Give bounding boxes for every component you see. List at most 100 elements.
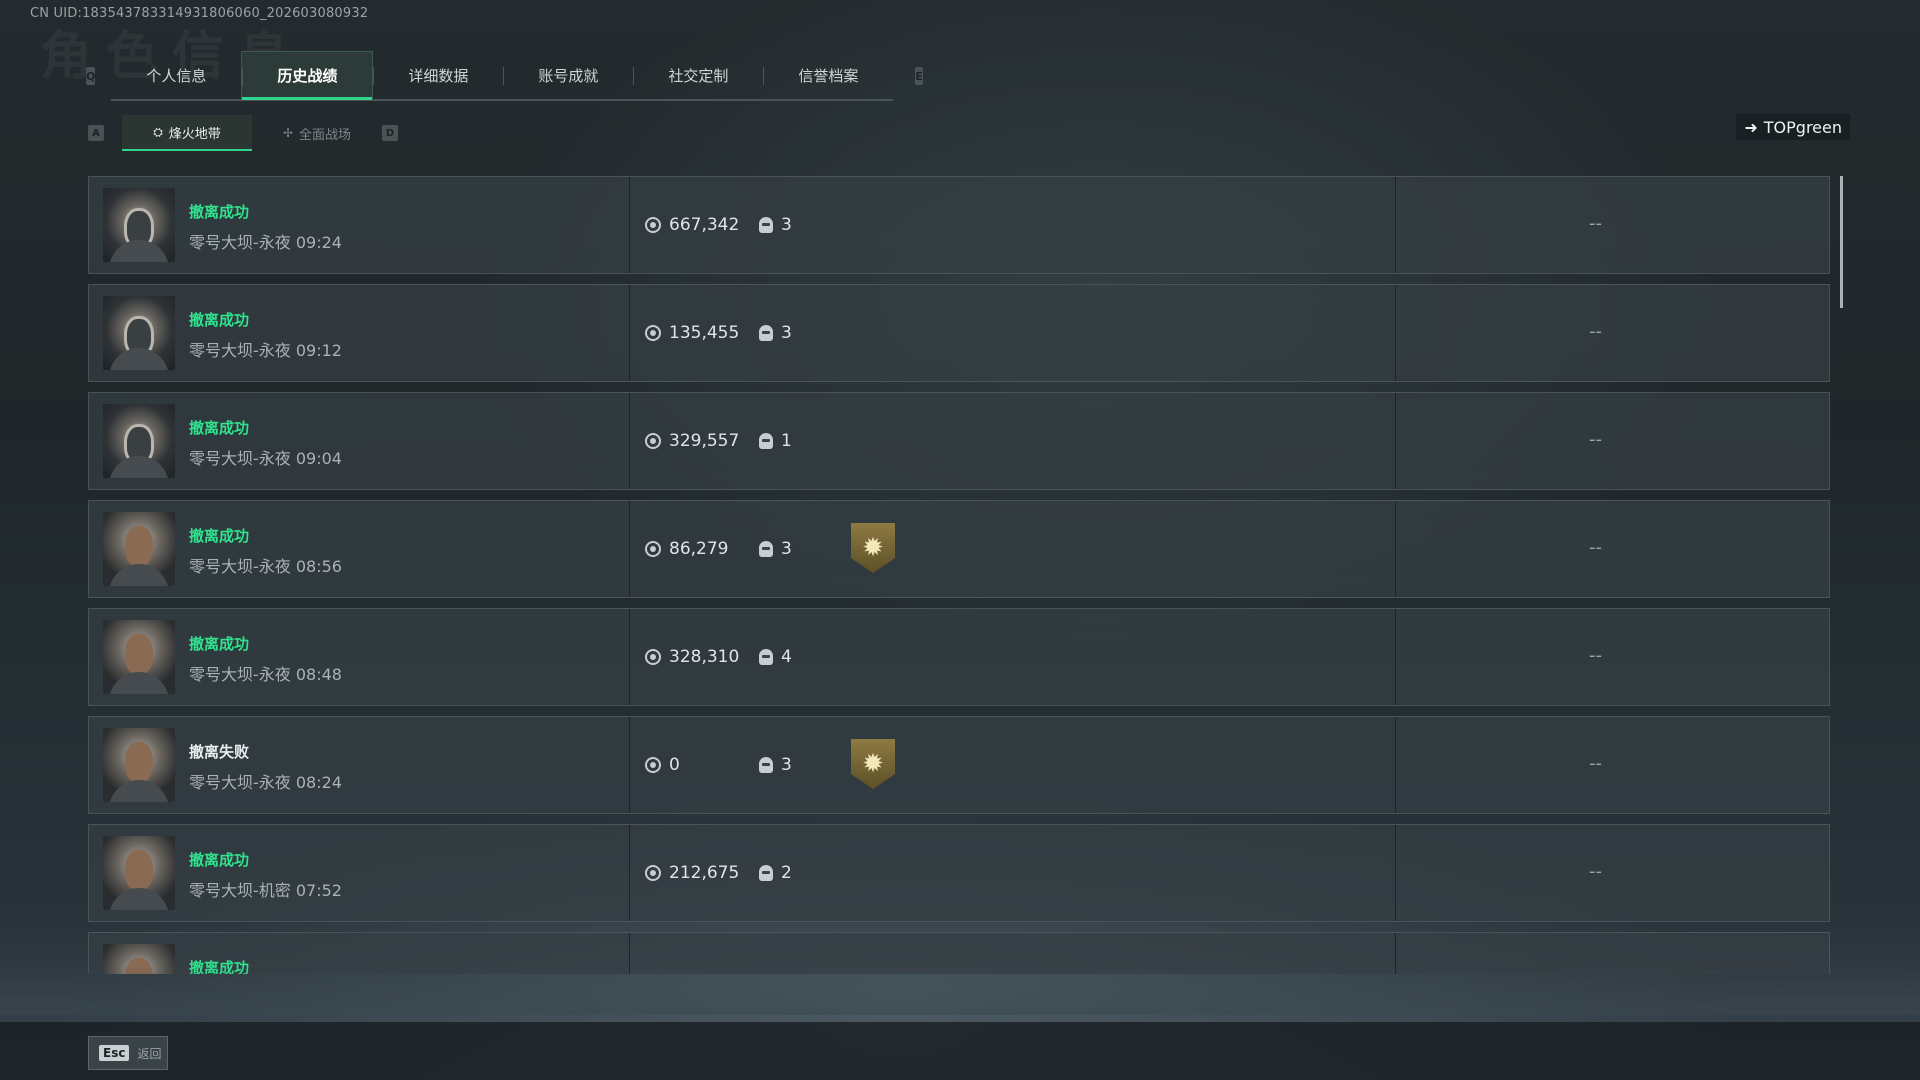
column-divider xyxy=(1395,609,1396,705)
avatar-body xyxy=(109,780,169,802)
operator-avatar xyxy=(103,620,175,694)
map-and-time: 零号大坝-永夜 08:48 xyxy=(189,665,342,684)
extraction-status: 撤离失败 xyxy=(189,743,250,761)
arrow-icon: ➜ xyxy=(1744,117,1758,137)
match-row[interactable]: 撤离成功 xyxy=(88,932,1830,974)
match-row[interactable]: 撤离成功 零号大坝-永夜 08:48 328,310 4 -- xyxy=(88,608,1830,706)
esc-key: Esc xyxy=(99,1045,130,1061)
column-divider xyxy=(1395,933,1396,974)
subtab-prev-key[interactable]: A xyxy=(88,125,104,141)
extra-info: -- xyxy=(1589,861,1602,882)
skull-icon xyxy=(759,865,773,881)
back-label: 返回 xyxy=(137,1046,162,1061)
kill-count: 3 xyxy=(759,539,792,559)
skull-icon xyxy=(759,433,773,449)
loot-value-text: 135,455 xyxy=(669,323,740,343)
extra-info: -- xyxy=(1589,645,1602,666)
extraction-mode-icon: ⛭ xyxy=(153,124,163,139)
extraction-status: 撤离成功 xyxy=(189,851,250,869)
map-and-time: 零号大坝-永夜 08:24 xyxy=(189,773,342,792)
tab-achievements[interactable]: 账号成就 xyxy=(503,51,633,99)
back-button[interactable]: Esc 返回 xyxy=(88,1036,168,1070)
kill-count-text: 1 xyxy=(781,431,792,451)
mode-subtabs: A ⛭ 烽火地带 ✢ 全面战场 D xyxy=(88,115,398,151)
avatar-body xyxy=(109,348,169,370)
match-row[interactable]: 撤离失败 零号大坝-永夜 08:24 0 3 ✹ -- xyxy=(88,716,1830,814)
column-divider xyxy=(1395,717,1396,813)
match-row[interactable]: 撤离成功 零号大坝-永夜 09:24 667,342 3 -- xyxy=(88,176,1830,274)
tab-reputation[interactable]: 信誉档案 xyxy=(763,51,893,99)
operator-avatar xyxy=(103,296,175,370)
tab-match-history[interactable]: 历史战绩 xyxy=(241,51,374,100)
extraction-status: 撤离成功 xyxy=(189,959,250,974)
avatar-body xyxy=(109,456,169,478)
tab-bar: 个人信息 历史战绩 详细数据 账号成就 社交定制 信誉档案 xyxy=(111,51,894,101)
main-tabs: Q 个人信息 历史战绩 详细数据 账号成就 社交定制 信誉档案 E xyxy=(86,51,923,101)
avatar-face xyxy=(125,634,153,674)
operator-avatar xyxy=(103,404,175,478)
loot-value: 328,310 xyxy=(645,647,739,667)
tab-social[interactable]: 社交定制 xyxy=(633,51,763,99)
operator-avatar xyxy=(103,944,175,974)
skull-icon xyxy=(759,325,773,341)
extra-info: -- xyxy=(1589,537,1602,558)
column-divider xyxy=(629,717,630,813)
loot-value-text: 328,310 xyxy=(669,647,740,667)
footer-bar xyxy=(0,1022,1920,1080)
column-divider xyxy=(629,393,630,489)
loot-value-text: 212,675 xyxy=(669,863,740,883)
skull-icon xyxy=(759,757,773,773)
kill-count: 2 xyxy=(759,863,792,883)
subtab-warfare-label: 全面战场 xyxy=(299,127,352,143)
map-and-time: 零号大坝-永夜 09:24 xyxy=(189,233,342,252)
skull-icon xyxy=(759,217,773,233)
list-scrollbar[interactable] xyxy=(1840,176,1843,308)
tab-personal-info[interactable]: 个人信息 xyxy=(111,51,241,99)
column-divider xyxy=(629,285,630,381)
subtab-extraction-label: 烽火地带 xyxy=(168,126,221,142)
column-divider xyxy=(629,825,630,921)
coin-icon xyxy=(645,217,661,233)
loot-value-text: 329,557 xyxy=(669,431,740,451)
loot-value-text: 86,279 xyxy=(669,539,729,559)
column-divider xyxy=(1395,177,1396,273)
match-row[interactable]: 撤离成功 零号大坝-永夜 09:04 329,557 1 -- xyxy=(88,392,1830,490)
subtab-warfare[interactable]: ✢ 全面战场 xyxy=(252,116,382,150)
column-divider xyxy=(629,933,630,974)
tab-next-key[interactable]: E xyxy=(915,67,923,85)
player-name-tag[interactable]: ➜ TOPgreen xyxy=(1736,114,1850,140)
loot-value: 86,279 xyxy=(645,539,728,559)
column-divider xyxy=(1395,501,1396,597)
kill-count: 3 xyxy=(759,215,792,235)
operator-avatar xyxy=(103,512,175,586)
match-row[interactable]: 撤离成功 零号大坝-机密 07:52 212,675 2 -- xyxy=(88,824,1830,922)
kill-count: 3 xyxy=(759,755,792,775)
coin-icon xyxy=(645,433,661,449)
loot-value: 0 xyxy=(645,755,680,775)
coin-icon xyxy=(645,649,661,665)
extraction-status: 撤离成功 xyxy=(189,527,250,545)
tab-detailed-data[interactable]: 详细数据 xyxy=(373,51,503,99)
subtab-extraction[interactable]: ⛭ 烽火地带 xyxy=(122,115,252,151)
kill-count: 1 xyxy=(759,431,792,451)
tab-prev-key[interactable]: Q xyxy=(86,67,96,85)
loot-value: 329,557 xyxy=(645,431,739,451)
rank-badge-icon: ✹ xyxy=(851,739,895,789)
match-row[interactable]: 撤离成功 零号大坝-永夜 09:12 135,455 3 -- xyxy=(88,284,1830,382)
avatar-face xyxy=(125,526,153,566)
loot-value: 667,342 xyxy=(645,215,739,235)
column-divider xyxy=(629,609,630,705)
avatar-body xyxy=(109,240,169,262)
avatar-body xyxy=(109,888,169,910)
kill-count-text: 3 xyxy=(781,215,792,235)
kill-count-text: 3 xyxy=(781,323,792,343)
match-row[interactable]: 撤离成功 零号大坝-永夜 08:56 86,279 3 ✹ -- xyxy=(88,500,1830,598)
loot-value: 212,675 xyxy=(645,863,739,883)
kill-count-text: 4 xyxy=(781,647,792,667)
subtab-next-key[interactable]: D xyxy=(382,125,398,141)
map-and-time: 零号大坝-永夜 09:04 xyxy=(189,449,342,468)
avatar-body xyxy=(109,672,169,694)
extraction-status: 撤离成功 xyxy=(189,203,250,221)
loot-value-text: 0 xyxy=(669,755,680,775)
extra-info: -- xyxy=(1589,321,1602,342)
